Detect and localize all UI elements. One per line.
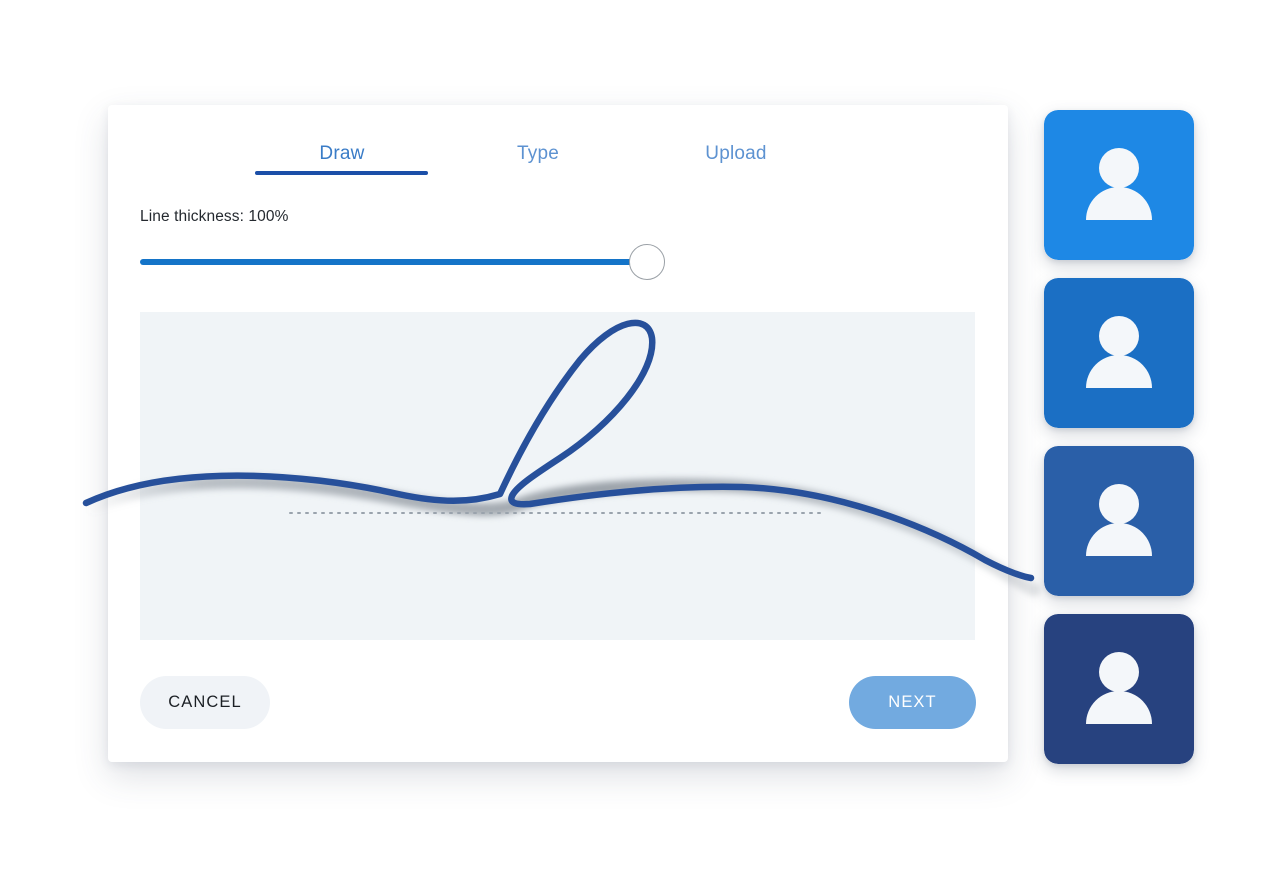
avatar-stack [1044, 110, 1200, 782]
tab-bar: Draw Type Upload [108, 105, 1008, 185]
slider-track[interactable] [140, 259, 648, 265]
line-thickness-label: Line thickness: 100% [140, 208, 289, 225]
avatar-card-4[interactable] [1044, 614, 1194, 764]
tab-type[interactable]: Type [517, 143, 559, 165]
avatar-card-1[interactable] [1044, 110, 1194, 260]
active-tab-indicator [255, 171, 428, 175]
avatar-card-2[interactable] [1044, 278, 1194, 428]
avatar-card-3[interactable] [1044, 446, 1194, 596]
signature-dialog: Draw Type Upload Line thickness: 100% CA… [108, 105, 1008, 762]
tab-draw[interactable]: Draw [319, 143, 364, 165]
tab-upload[interactable]: Upload [705, 143, 766, 165]
next-button[interactable]: NEXT [849, 676, 976, 729]
slider-thumb[interactable] [629, 244, 665, 280]
app-root: Draw Type Upload Line thickness: 100% CA… [0, 0, 1272, 874]
cancel-button[interactable]: CANCEL [140, 676, 270, 729]
signature-drawing-area[interactable] [140, 312, 975, 640]
line-thickness-control: Line thickness: 100% [140, 208, 976, 281]
thickness-slider[interactable] [140, 243, 976, 281]
